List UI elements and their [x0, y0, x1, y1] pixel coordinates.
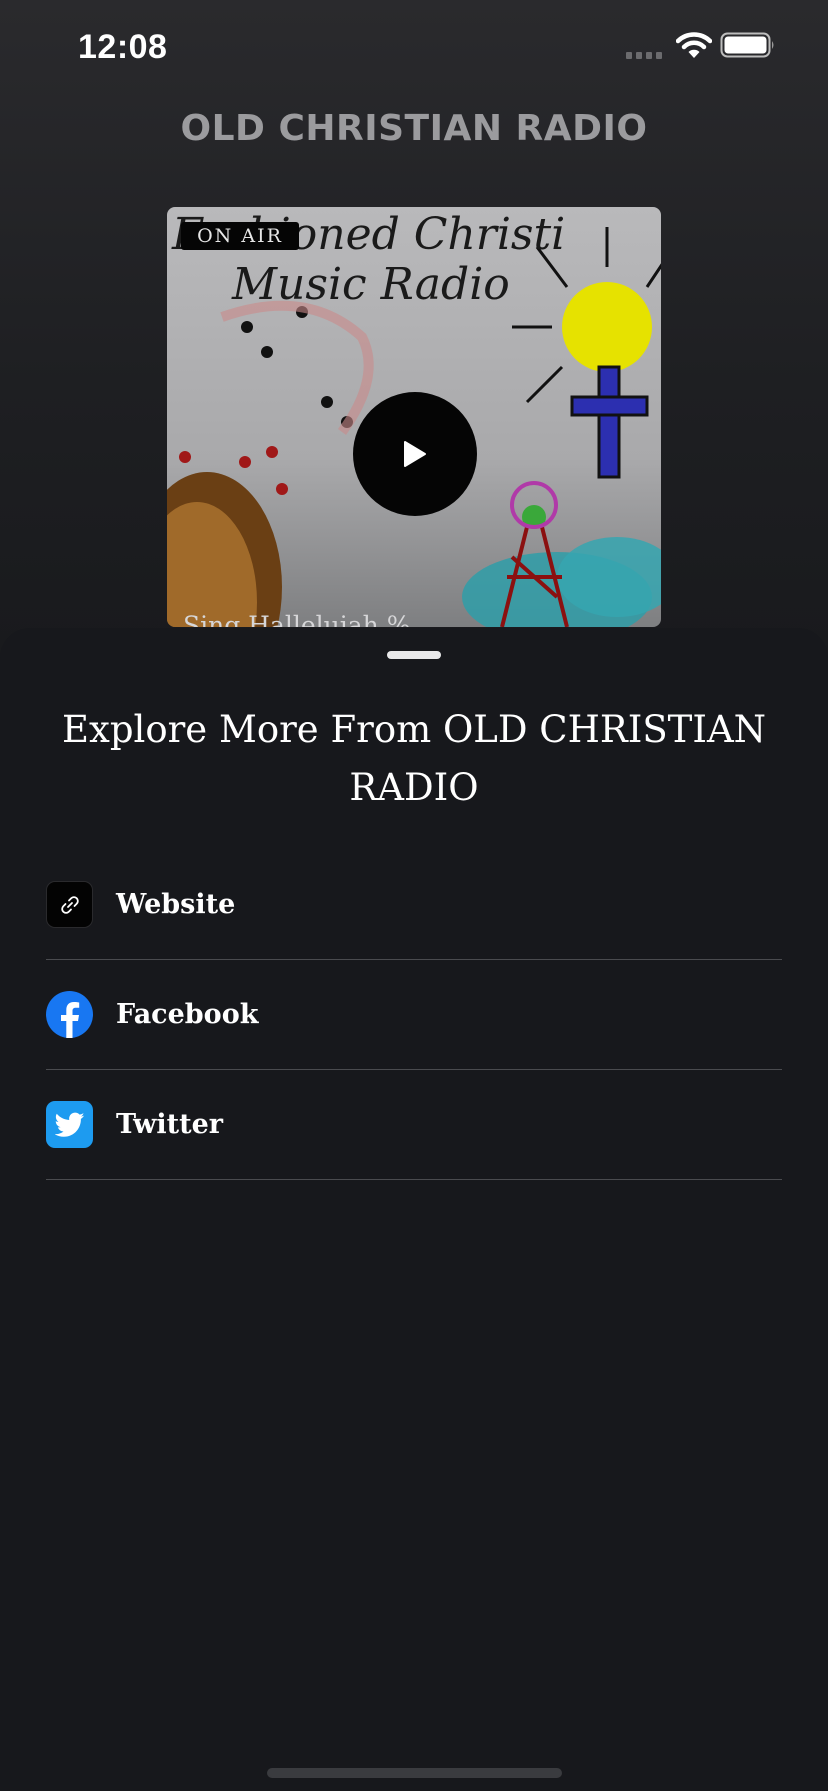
- explore-more-sheet: Explore More From OLD CHRISTIAN RADIO We…: [0, 628, 828, 1791]
- station-artwork: Fashioned Christi Music Radio ON AIR Sin…: [167, 207, 661, 627]
- sheet-grabber[interactable]: [387, 651, 441, 659]
- battery-icon: [720, 32, 774, 58]
- play-icon: [404, 441, 426, 467]
- now-playing-text: Sing Halleluiah %: [183, 611, 411, 627]
- facebook-link[interactable]: Facebook: [46, 960, 782, 1070]
- home-indicator: [267, 1768, 562, 1778]
- wifi-icon: [676, 32, 712, 58]
- cellular-signal-icon: [626, 52, 666, 60]
- status-bar: 12:08: [0, 0, 828, 95]
- facebook-link-label: Facebook: [116, 999, 259, 1030]
- website-link-label: Website: [116, 889, 236, 920]
- station-title: OLD CHRISTIAN RADIO: [180, 108, 648, 149]
- twitter-link-label: Twitter: [116, 1109, 223, 1140]
- player-screen-background: 12:08 OLD CHRISTIAN RADIO Fashioned Chri…: [0, 0, 828, 700]
- on-air-badge: ON AIR: [181, 222, 299, 250]
- facebook-icon: [46, 991, 93, 1038]
- social-links-list: Website Facebook Twitter: [46, 850, 782, 1180]
- twitter-link[interactable]: Twitter: [46, 1070, 782, 1180]
- artwork-text-line-2: Music Radio: [231, 259, 510, 310]
- website-link[interactable]: Website: [46, 850, 782, 960]
- play-button[interactable]: [353, 392, 477, 516]
- link-icon: [46, 881, 93, 928]
- twitter-icon: [46, 1101, 93, 1148]
- status-time: 12:08: [78, 28, 168, 66]
- sheet-title: Explore More From OLD CHRISTIAN RADIO: [61, 708, 767, 809]
